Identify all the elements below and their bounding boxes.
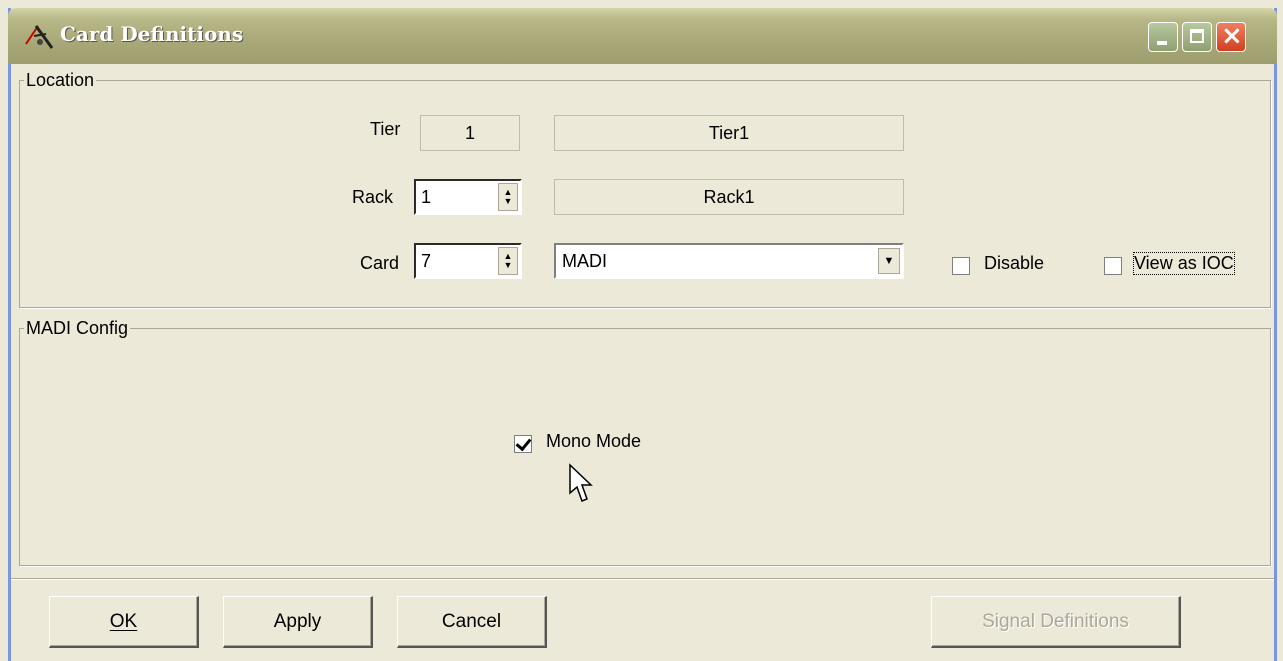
card-spin-buttons[interactable]: ▲ ▼ bbox=[498, 247, 518, 275]
rack-value: 1 bbox=[421, 187, 432, 207]
apply-button[interactable]: Apply bbox=[223, 596, 373, 648]
disable-label[interactable]: Disable bbox=[984, 253, 1044, 274]
view-as-ioc-label[interactable]: View as IOC bbox=[1133, 252, 1235, 275]
dropdown-arrow[interactable]: ▼ bbox=[878, 248, 900, 274]
close-icon: × bbox=[1221, 21, 1243, 51]
cancel-button[interactable]: Cancel bbox=[397, 596, 547, 648]
card-value: 7 bbox=[421, 251, 432, 271]
card-type-value: MADI bbox=[562, 251, 607, 271]
spin-down-icon[interactable]: ▼ bbox=[504, 197, 513, 206]
rack-label: Rack bbox=[352, 187, 394, 207]
tier-name-value: Tier1 bbox=[708, 122, 750, 143]
ok-button[interactable]: OK bbox=[49, 596, 199, 648]
rack-spin-buttons[interactable]: ▲ ▼ bbox=[498, 183, 518, 211]
tier-number: 1 bbox=[420, 115, 520, 151]
maximize-icon bbox=[1190, 29, 1204, 43]
window-title: Card Definitions bbox=[60, 22, 244, 46]
title-bar[interactable]: Card Definitions × bbox=[8, 8, 1277, 64]
apply-button-label: Apply bbox=[273, 610, 322, 632]
spin-down-icon[interactable]: ▼ bbox=[504, 261, 513, 270]
tier-label: Tier bbox=[370, 119, 401, 139]
minimize-icon bbox=[1157, 41, 1167, 45]
card-spinner[interactable]: 7 ▲ ▼ bbox=[414, 243, 522, 279]
rack-spinner[interactable]: 1 ▲ ▼ bbox=[414, 179, 522, 215]
card-definitions-window: Card Definitions × Location Tier 1 Tier1… bbox=[8, 8, 1277, 661]
close-button[interactable]: × bbox=[1216, 21, 1246, 52]
card-type-dropdown[interactable]: MADI ▼ bbox=[554, 243, 904, 279]
madi-config-group-title: MADI Config bbox=[24, 318, 131, 339]
rack-name: Rack1 bbox=[554, 179, 904, 215]
signal-definitions-button-label: Signal Definitions bbox=[982, 610, 1129, 632]
maximize-button[interactable] bbox=[1182, 22, 1212, 52]
location-group-title: Location bbox=[24, 70, 97, 91]
divider bbox=[11, 578, 1274, 580]
app-icon bbox=[25, 25, 54, 49]
ok-button-label: OK bbox=[109, 610, 138, 632]
cancel-button-label: Cancel bbox=[441, 610, 502, 632]
rack-name-value: Rack1 bbox=[703, 186, 755, 207]
minimize-button[interactable] bbox=[1148, 22, 1178, 52]
tier-number-value: 1 bbox=[464, 122, 475, 143]
signal-definitions-button[interactable]: Signal Definitions bbox=[931, 596, 1181, 648]
disable-checkbox[interactable] bbox=[952, 257, 970, 275]
location-group: Location Tier 1 Tier1 Rack 1 ▲ ▼ Rack1 C… bbox=[19, 70, 1271, 308]
view-as-ioc-checkbox[interactable] bbox=[1104, 257, 1122, 275]
mono-mode-checkbox[interactable] bbox=[514, 435, 532, 453]
card-label: Card bbox=[360, 253, 400, 273]
madi-config-group: MADI Config Mono Mode bbox=[19, 318, 1271, 566]
mono-mode-label[interactable]: Mono Mode bbox=[546, 431, 641, 452]
mouse-cursor-icon bbox=[569, 463, 593, 502]
chevron-down-icon: ▼ bbox=[883, 255, 895, 267]
tier-name: Tier1 bbox=[554, 115, 904, 151]
